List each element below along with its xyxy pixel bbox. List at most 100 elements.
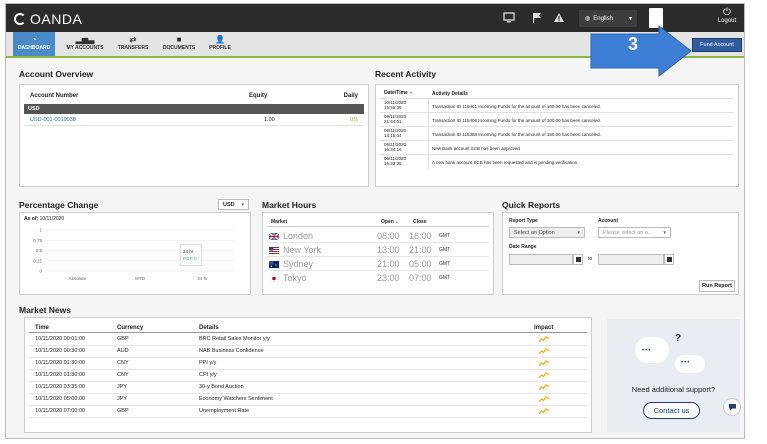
news-time: 10/11/2020 00:01:00 bbox=[35, 336, 86, 342]
caret-down-icon: ▼ bbox=[576, 230, 581, 235]
y-tick-label: 0.75 bbox=[33, 238, 42, 243]
col-equity: Equity bbox=[249, 93, 268, 99]
impact-icon bbox=[539, 348, 549, 355]
table-header: Time Currency Details Impact bbox=[29, 323, 587, 333]
nav-dashboard[interactable]: ◔ DASHBOARD bbox=[13, 32, 55, 56]
market-open: 21:00 bbox=[377, 259, 400, 269]
row-details: Transaction ID 115406 Incoming Funds for… bbox=[432, 118, 601, 123]
nav-documents[interactable]: ■ DOCUMENTS bbox=[156, 32, 202, 56]
currency-select[interactable]: USD ▼ bbox=[218, 199, 249, 210]
account-row[interactable]: USD-001-0010038 1.00 0% bbox=[24, 115, 364, 126]
news-currency: AUD bbox=[117, 348, 129, 354]
nav-profile[interactable]: 👤 PROFILE bbox=[203, 32, 237, 56]
tooltip-title: 24 hr bbox=[183, 249, 194, 254]
table-row: 10/11/2020 00:30:00 AUD NAB Business Confi… bbox=[29, 346, 587, 358]
row-time: 16:33:35 bbox=[384, 161, 402, 166]
fund-account-button[interactable]: Fund Account bbox=[692, 38, 742, 52]
power-icon: ⏻ bbox=[723, 7, 731, 18]
impact-icon bbox=[539, 336, 549, 343]
report-type-select[interactable]: Select an Option ▼ bbox=[509, 227, 585, 238]
calendar-to-icon[interactable] bbox=[664, 254, 674, 265]
market-close: 07:00 bbox=[409, 273, 432, 283]
market-news-panel: Time Currency Details Impact 10/11/2020 … bbox=[24, 317, 592, 433]
news-time: 10/11/2020 01:30:00 bbox=[35, 372, 86, 378]
caret-down-icon: ▼ bbox=[628, 15, 633, 22]
market-close: 16:00 bbox=[409, 231, 432, 241]
y-tick-label: 1 bbox=[39, 228, 42, 233]
sort-desc-icon: ▼ bbox=[409, 91, 413, 95]
row-time: 21:44:01 bbox=[384, 119, 402, 124]
support-panel: ••• ? ••• Need additional support? Conta… bbox=[607, 319, 740, 432]
us-flag-icon bbox=[269, 247, 279, 254]
news-details: CPI y/y bbox=[199, 372, 217, 378]
row-details: A new bank account SCB has been requeste… bbox=[432, 160, 579, 165]
bar-chart-icon: ▂▅▃ bbox=[75, 35, 95, 44]
impact-icon bbox=[539, 396, 549, 403]
nav-my-accounts[interactable]: ▂▅▃ MY ACCOUNTS bbox=[61, 32, 109, 56]
market-close: 05:00 bbox=[409, 259, 432, 269]
app-window: OANDA ◍ English ▼ ⏻ Logout ◔ DASHBOARD ▂… bbox=[5, 3, 745, 439]
callout-number: 3 bbox=[627, 34, 638, 54]
user-icon: 👤 bbox=[215, 35, 225, 44]
y-tick-label: 0 bbox=[39, 269, 42, 274]
market-tz: GMT bbox=[439, 275, 451, 281]
monitor-icon[interactable] bbox=[503, 12, 515, 23]
nav-label: TRANSFERS bbox=[117, 45, 149, 51]
date-range-label: Date Range bbox=[509, 244, 537, 250]
currency-select-value: USD bbox=[223, 201, 235, 208]
col-open[interactable]: Open ▲ bbox=[381, 219, 399, 225]
as-of-text: As of: 10/11/2020 bbox=[24, 216, 64, 222]
market-open: 23:00 bbox=[377, 273, 400, 283]
alert-icon[interactable] bbox=[553, 12, 565, 23]
percentage-change-panel: As of: 10/11/2020 1 0.75 0.5 0.25 0 Absolute M… bbox=[19, 212, 251, 295]
impact-icon bbox=[539, 408, 549, 415]
table-row: 10/11/2020 03:35:00 JPY 30-y Bond Auction bbox=[29, 382, 587, 394]
date-to-input[interactable] bbox=[598, 254, 664, 265]
market-tz: GMT bbox=[439, 261, 451, 267]
run-report-button[interactable]: Run Report bbox=[699, 280, 735, 292]
table-row: 09/11/2020 21:44:01 Transaction ID 115406 … bbox=[380, 113, 734, 127]
typing-dots-icon: ••• bbox=[681, 360, 691, 366]
table-row: 10/11/2020 00:01:00 GBP BRC Retail Sales M… bbox=[29, 334, 587, 346]
account-number-link[interactable]: USD-001-0010038 bbox=[30, 117, 76, 123]
news-details: BRC Retail Sales Monitor y/y bbox=[199, 336, 270, 342]
currency-group-bar: USD bbox=[24, 104, 364, 114]
sort-asc-icon: ▲ bbox=[395, 220, 399, 224]
typing-dots-icon: ••• bbox=[642, 348, 652, 354]
logout-button[interactable]: ⏻ Logout bbox=[712, 7, 742, 24]
table-row: 10/11/2020 01:30:00 CNY PPI y/y bbox=[29, 358, 587, 370]
news-currency: GBP bbox=[117, 408, 129, 414]
y-tick-label: 0.5 bbox=[36, 248, 43, 253]
news-details: Economy Watchers Sentiment bbox=[199, 396, 273, 402]
col-activity-details: Activity Details bbox=[432, 91, 468, 97]
impact-icon bbox=[539, 372, 549, 379]
quick-reports-title: Quick Reports bbox=[502, 200, 561, 210]
market-name: London bbox=[283, 231, 314, 241]
news-time: 10/11/2020 05:00:00 bbox=[35, 396, 86, 402]
language-label: English bbox=[593, 15, 613, 22]
flag-icon[interactable] bbox=[531, 12, 543, 23]
news-details: 30-y Bond Auction bbox=[199, 384, 244, 390]
market-row-sydney: Sydney 21:00 05:00 GMT bbox=[267, 258, 489, 271]
account-daily: 0% bbox=[350, 117, 358, 123]
au-flag-icon bbox=[269, 261, 279, 268]
market-hours-header: Market Open ▲ Close bbox=[267, 217, 489, 227]
col-datetime[interactable]: Date/Time ▼ bbox=[384, 91, 424, 96]
col-daily: Daily bbox=[343, 93, 358, 99]
news-time: 10/11/2020 03:35:00 bbox=[35, 384, 86, 390]
calendar-from-icon[interactable] bbox=[573, 254, 583, 265]
account-select[interactable]: Please select an a... ▼ bbox=[598, 227, 671, 238]
folder-icon: ■ bbox=[176, 35, 182, 44]
caret-down-icon: ▼ bbox=[240, 202, 245, 207]
contact-us-button[interactable]: Contact us bbox=[643, 402, 700, 419]
date-from-input[interactable] bbox=[509, 254, 573, 265]
caret-down-icon: ▼ bbox=[662, 230, 667, 235]
chat-bubble-icon: ••• bbox=[675, 355, 705, 373]
market-close: 21:00 bbox=[409, 245, 432, 255]
oanda-logo[interactable]: OANDA bbox=[14, 11, 82, 27]
market-name: New York bbox=[283, 245, 322, 255]
chat-icon[interactable] bbox=[723, 398, 741, 416]
col-datetime-label: Date/Time bbox=[384, 90, 408, 96]
nav-transfers[interactable]: ⇄ TRANSFERS bbox=[112, 32, 154, 56]
recent-activity-table: Date/Time ▼ Activity Details 10/11/2020 1… bbox=[380, 89, 734, 169]
